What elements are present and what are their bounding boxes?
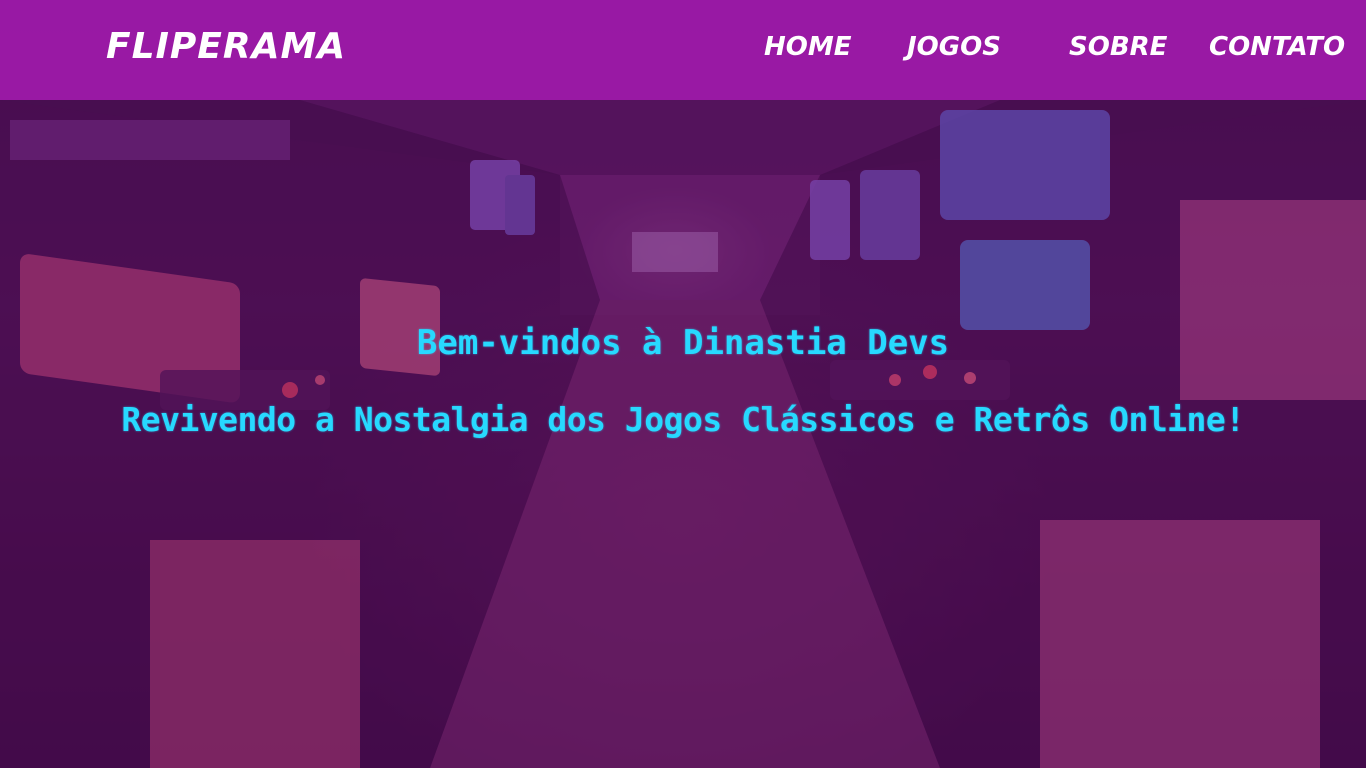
nav-link-contato[interactable]: CONTATO [1209,32,1345,62]
site-logo[interactable]: FLIPERAMA [106,26,346,67]
background-overlay [0,0,1366,768]
nav-link-jogos[interactable]: JOGOS [907,32,1001,62]
page: FLIPERAMA HOME JOGOS SOBRE CONTATO Bem-v… [0,0,1366,768]
top-navbar: FLIPERAMA HOME JOGOS SOBRE CONTATO [0,0,1366,100]
nav-link-sobre[interactable]: SOBRE [1069,32,1167,62]
hero-subtitle: Revivendo a Nostalgia dos Jogos Clássico… [121,400,1245,439]
nav-link-home[interactable]: HOME [764,32,852,62]
hero-title: Bem-vindos à Dinastia Devs [416,323,950,363]
